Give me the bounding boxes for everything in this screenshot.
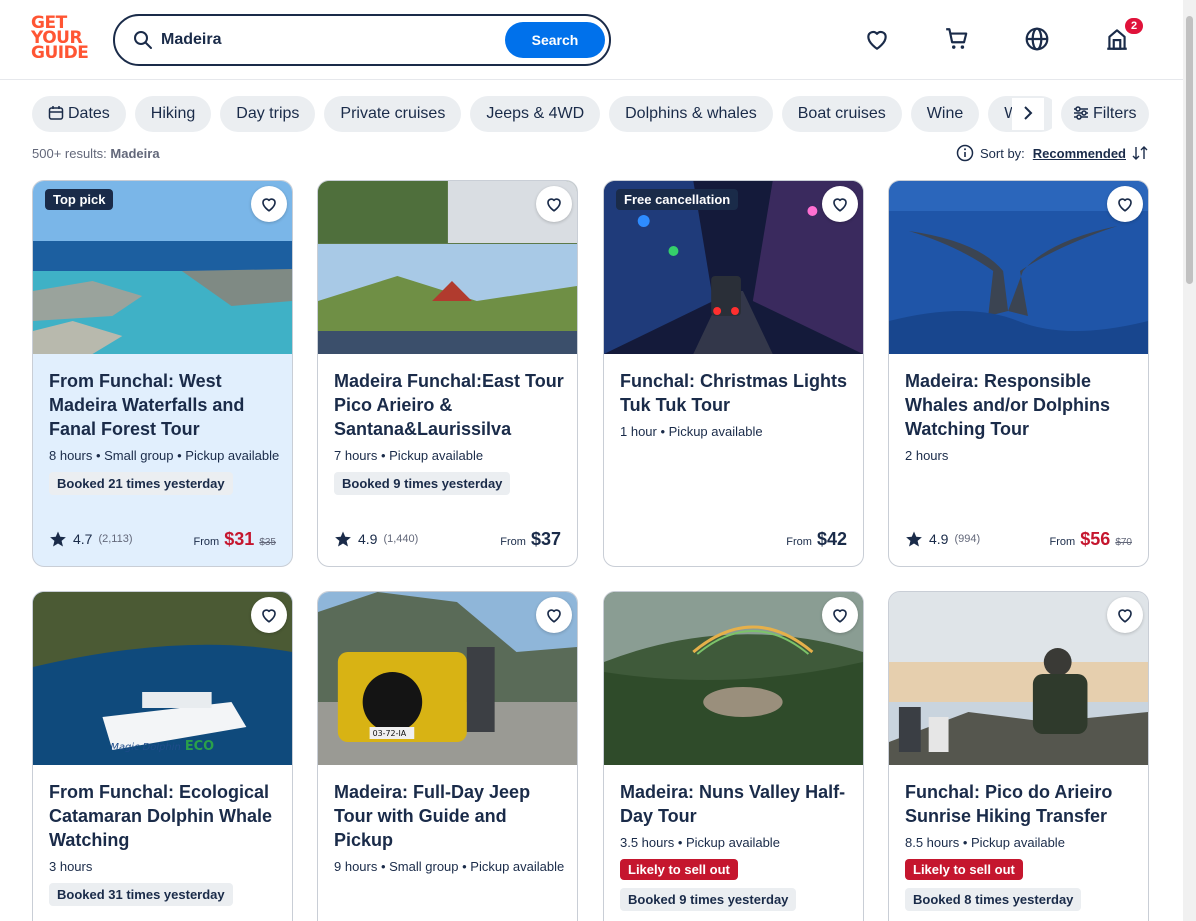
heart-icon [833,609,847,623]
results-count: 500+ results: Madeira [32,146,160,161]
heart-icon [262,609,276,623]
license-plate-text: 03-72-IA [373,729,407,738]
search-icon [134,31,152,49]
activity-title[interactable]: Funchal: Pico do Arieiro Sunrise Hiking … [905,780,1139,828]
category-chips: Dates Hiking Day trips Private cruises Jeeps… [32,96,1052,132]
activity-meta: 1 hour • Pickup available [620,424,763,439]
filters-button[interactable]: Filters [1061,96,1149,132]
chip-jeeps[interactable]: Jeeps & 4WD [470,96,601,132]
sort-control[interactable]: Sort by: Recommended [956,144,1148,162]
activity-card[interactable]: Magic Dolphin ECO From Funchal: Ecologic… [32,591,293,921]
heart-icon [1118,198,1132,212]
scrollbar-thumb[interactable] [1186,16,1193,284]
chip-day-trips[interactable]: Day trips [220,96,316,132]
activity-meta: 3 hours [49,859,93,874]
chip-boat-cruises[interactable]: Boat cruises [781,96,902,132]
activity-title[interactable]: Madeira: Responsible Whales and/or Dolph… [905,369,1139,441]
price: From $31 $35 [193,529,276,549]
chips-next-button[interactable] [1012,98,1044,130]
chip-wine[interactable]: Wine [910,96,980,132]
chip-dolphins-whales[interactable]: Dolphins & whales [609,96,773,132]
heart-icon [262,198,276,212]
cart-badge: 2 [1125,18,1143,34]
chip-private-cruises[interactable]: Private cruises [324,96,462,132]
heart-icon [547,609,561,623]
activity-card[interactable]: Madeira: Nuns Valley Half-Day Tour 3.5 h… [603,591,864,921]
activity-title[interactable]: From Funchal: West Madeira Waterfalls an… [49,369,283,441]
activity-card[interactable]: Madeira Funchal:East Tour Pico Arieiro &… [317,180,578,567]
activity-title[interactable]: Funchal: Christmas Lights Tuk Tuk Tour [620,369,854,417]
activity-card[interactable]: 03-72-IA Madeira: Full-Day Jeep Tour wit… [317,591,578,921]
activity-card[interactable]: Madeira: Responsible Whales and/or Dolph… [888,180,1149,567]
sell-out-badge: Likely to sell out [905,859,1023,880]
price: From $42 [786,529,847,549]
wishlist-button[interactable] [536,597,572,633]
wishlist-button[interactable] [1107,186,1143,222]
wishlist-button[interactable] [251,597,287,633]
booked-badge: Booked 31 times yesterday [49,883,233,906]
activity-card[interactable]: Funchal: Pico do Arieiro Sunrise Hiking … [888,591,1149,921]
activity-title[interactable]: Madeira: Full-Day Jeep Tour with Guide a… [334,780,568,852]
cart-icon[interactable] [944,26,970,52]
calendar-icon [48,106,64,120]
search-bar: Search [113,14,611,66]
rating: 4.7 (2,113) [49,530,133,548]
wishlist-button[interactable] [251,186,287,222]
header: GET YOUR GUIDE Search 2 [0,0,1183,80]
wishlist-button[interactable] [822,186,858,222]
free-cancellation-badge: Free cancellation [616,189,739,210]
rating: 4.9 (994) [905,530,980,548]
activity-title[interactable]: Madeira Funchal:East Tour Pico Arieiro &… [334,369,568,441]
activity-meta: 7 hours • Pickup available [334,448,484,463]
sort-arrows-icon [1132,146,1148,160]
star-icon [906,531,922,547]
top-pick-badge: Top pick [45,189,114,210]
activity-title[interactable]: Madeira: Nuns Valley Half-Day Tour [620,780,854,828]
getyourguide-logo[interactable]: GET YOUR GUIDE [31,15,91,64]
chip-hiking[interactable]: Hiking [134,96,212,132]
activity-title[interactable]: From Funchal: Ecological Catamaran Dolph… [49,780,283,852]
heart-icon [547,198,561,212]
boat-eco-text: ECO [185,739,214,754]
sort-value[interactable]: Recommended [1033,146,1126,161]
activity-meta: 2 hours [905,448,949,463]
boat-name-text: Magic Dolphin [110,742,180,753]
activity-card[interactable]: Free cancellation Funchal: Christmas Lig… [603,180,864,567]
info-icon[interactable] [956,144,974,162]
booked-badge: Booked 8 times yesterday [905,888,1082,911]
activity-card[interactable]: Top pick From Funchal: West Madeira Wate… [32,180,293,567]
sell-out-badge: Likely to sell out [620,859,738,880]
search-input[interactable] [161,24,501,56]
heart-icon [1118,609,1132,623]
search-button[interactable]: Search [505,22,605,58]
price: From $37 [500,529,561,549]
star-icon [335,531,351,547]
wishlist-heart-icon[interactable] [864,26,890,52]
booked-badge: Booked 21 times yesterday [49,472,233,495]
booked-badge: Booked 9 times yesterday [620,888,797,911]
activity-meta: 8.5 hours • Pickup available [905,835,1065,850]
sliders-icon [1074,106,1088,120]
scrollbar[interactable] [1183,0,1196,921]
wishlist-button[interactable] [536,186,572,222]
chip-dates[interactable]: Dates [32,96,126,132]
globe-icon[interactable] [1024,26,1050,52]
star-icon [50,531,66,547]
activity-meta: 3.5 hours • Pickup available [620,835,780,850]
wishlist-button[interactable] [822,597,858,633]
activity-meta: 8 hours • Small group • Pickup available [49,448,280,463]
price: From $56 $70 [1049,529,1132,549]
activity-meta: 9 hours • Small group • Pickup available [334,859,565,874]
booked-badge: Booked 9 times yesterday [334,472,511,495]
chevron-right-icon [1024,106,1033,120]
rating: 4.9 (1,440) [334,530,418,548]
heart-icon [833,198,847,212]
wishlist-button[interactable] [1107,597,1143,633]
